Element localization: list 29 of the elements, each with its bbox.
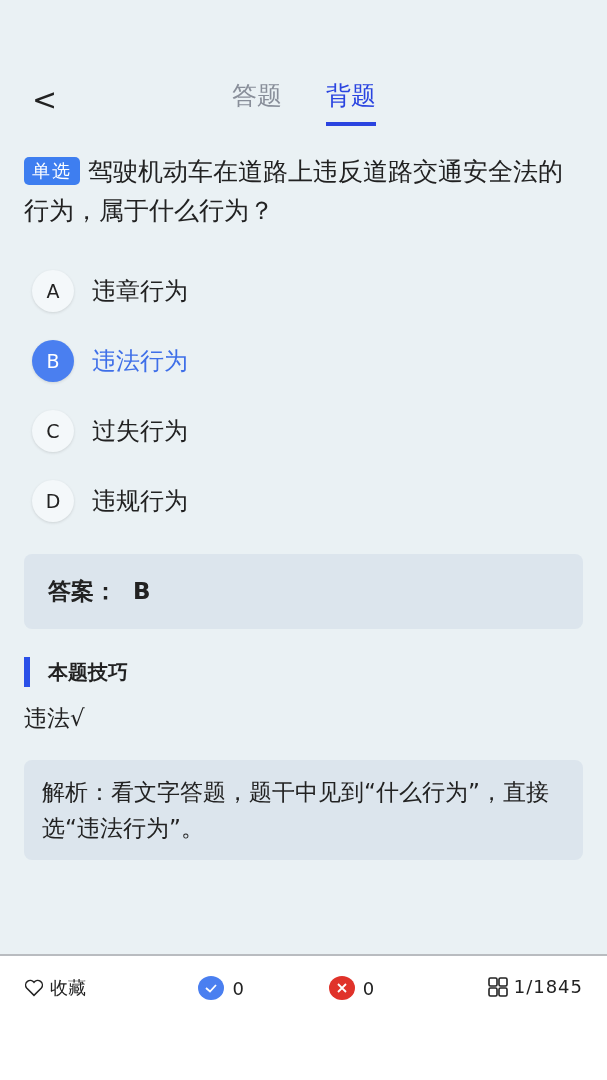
option-letter: D [32,480,74,522]
tab[interactable]: 背题 [325,74,376,126]
heart-icon [24,979,44,997]
question-text: 单选 驾驶机动车在道路上违反道路交通安全法的行为，属于什么行为？ [24,156,564,227]
answer-option[interactable]: C 过失行为 [24,396,583,466]
cross-circle-icon [328,976,355,1000]
option-letter: A [32,270,74,312]
option-letter: C [32,410,74,452]
option-text: 违章行为 [92,276,188,307]
option-letter: B [32,340,74,382]
option-text: 违规行为 [92,486,188,517]
accent-bar [24,657,30,687]
answer-option[interactable]: B 违法行为 [24,326,583,396]
grid-icon [487,976,508,997]
correct-count: 0 [232,977,245,999]
answer-card: 答案： B [24,554,583,629]
answer-option[interactable]: A 违章行为 [24,256,583,326]
tip-text: 违法√ [24,704,86,733]
section-heading: 本题技巧 [48,658,128,686]
question-type-tag: 单选 [24,157,80,185]
analysis-card: 解析：看文字答题，题干中见到“什么行为”，直接选“违法行为”。 [24,760,583,860]
check-circle-icon [198,976,225,1000]
question-grid-button[interactable]: 1/1845 [487,976,583,997]
option-text: 过失行为 [92,416,188,447]
back-button[interactable]: < [28,82,62,117]
option-text: 违法行为 [92,346,188,377]
favorite-button[interactable]: 收藏 [24,976,86,1000]
wrong-count: 0 [362,977,376,999]
answer-option[interactable]: D 违规行为 [24,466,583,536]
